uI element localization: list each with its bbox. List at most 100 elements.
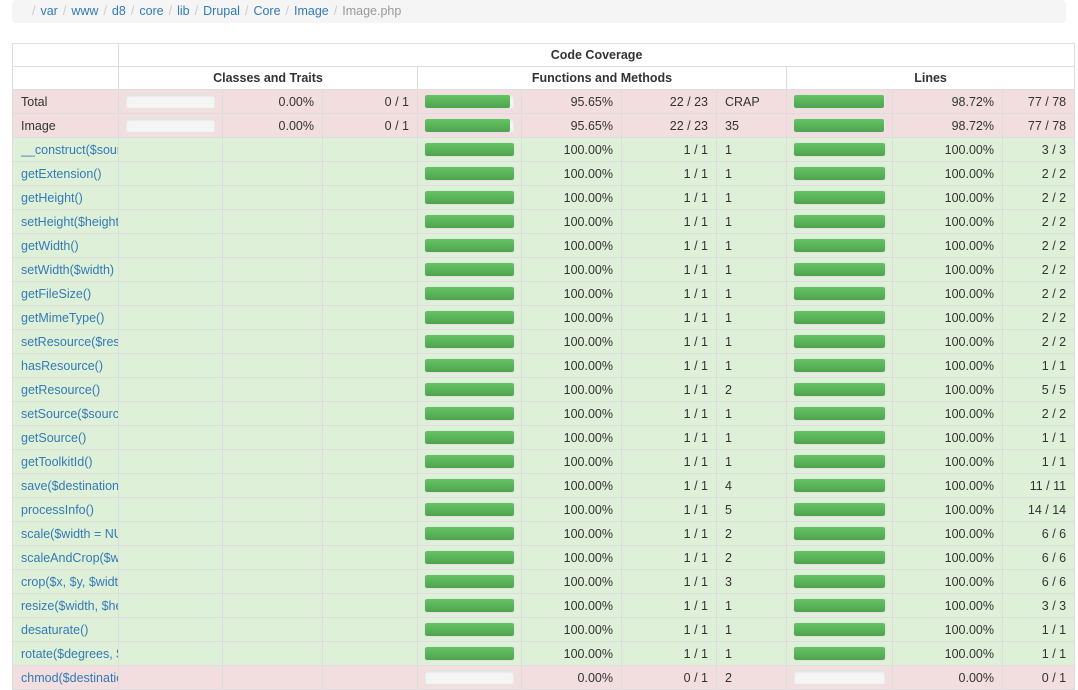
breadcrumb-item-core[interactable]: core [139,4,163,18]
method-name-link[interactable]: processInfo() [21,503,94,517]
method-name-link[interactable]: getExtension() [21,167,102,181]
method-name-link[interactable]: getResource() [21,383,100,397]
breadcrumb-item-www[interactable]: www [71,4,98,18]
functions-fraction: 1 / 1 [621,329,717,354]
breadcrumb-item-drupal[interactable]: Drupal [203,4,240,18]
lines-percent: 100.00% [892,401,1003,426]
functions-fraction: 1 / 1 [621,569,717,594]
crap-value: 1 [716,449,787,474]
method-name-cell[interactable]: scale($width = NULL, $height = NULL, $up… [12,521,119,546]
method-name-cell[interactable]: processInfo() [12,497,119,522]
method-name-link[interactable]: resize($width, $height) [21,599,118,613]
lines-percent: 100.00% [892,497,1003,522]
lines-progress-bar-fill [794,167,885,180]
classes-fraction-empty [322,569,418,594]
method-name-cell[interactable]: setSource($source) [12,401,119,426]
method-name-cell[interactable]: getToolkitId() [12,449,119,474]
crap-value: 2 [716,545,787,570]
method-name-cell[interactable]: desaturate() [12,617,119,642]
row-label-text: Image [21,118,56,133]
method-name-cell[interactable]: getSource() [12,425,119,450]
breadcrumb-separator: / [194,4,199,18]
classes-percent-empty [222,425,323,450]
classes-fraction-empty [322,257,418,282]
crap-value: 1 [716,137,787,162]
crap-value: 1 [716,185,787,210]
method-name-link[interactable]: setHeight($height) [21,215,118,229]
method-name-link[interactable]: getHeight() [21,191,83,205]
method-name-cell[interactable]: setHeight($height) [12,209,119,234]
method-name-link[interactable]: getFileSize() [21,287,91,301]
functions-progress-bar-cell [417,641,522,666]
method-name-cell[interactable]: crop($x, $y, $width, $height) [12,569,119,594]
classes-fraction-empty [322,425,418,450]
method-name-link[interactable]: __construct($source, ImageToolkitInterfa… [21,143,118,157]
method-row: getResource() 100.00% 1 / 1 2 100.00% 5 / 5 [12,377,1076,402]
method-name-cell[interactable]: rotate($degrees, $background = NULL) [12,641,119,666]
functions-progress-bar [424,646,515,661]
lines-progress-bar-fill [794,479,885,492]
functions-progress-bar-cell [417,473,522,498]
method-name-link[interactable]: setResource($resource) [21,335,118,349]
lines-fraction: 1 / 1 [1001,449,1076,474]
method-name-link[interactable]: scaleAndCrop($width, $height) [21,551,118,565]
breadcrumb-separator: / [285,4,290,18]
breadcrumb-item-lib[interactable]: lib [177,4,190,18]
method-name-cell[interactable]: getResource() [12,377,119,402]
method-name-cell[interactable]: getWidth() [12,233,119,258]
method-name-cell[interactable]: getHeight() [12,185,119,210]
method-name-link[interactable]: setSource($source) [21,407,118,421]
functions-progress-bar-fill [425,263,514,276]
functions-progress-bar-fill [425,359,514,372]
method-name-cell[interactable]: getExtension() [12,161,119,186]
method-name-cell[interactable]: getFileSize() [12,281,119,306]
method-name-link[interactable]: getWidth() [21,239,79,253]
method-name-cell[interactable]: resize($width, $height) [12,593,119,618]
functions-progress-bar-fill [425,479,514,492]
method-name-link[interactable]: setWidth($width) [21,263,114,277]
functions-progress-bar-cell [417,257,522,282]
method-name-link[interactable]: getToolkitId() [21,455,93,469]
method-name-link[interactable]: hasResource() [21,359,103,373]
lines-progress-bar [793,550,886,565]
method-name-cell[interactable]: setWidth($width) [12,257,119,282]
functions-progress-bar-cell [417,233,522,258]
breadcrumb-item-var[interactable]: var [40,4,57,18]
lines-progress-bar-cell [786,641,893,666]
crap-value: 1 [716,209,787,234]
functions-percent: 100.00% [521,569,622,594]
method-name-cell[interactable]: scaleAndCrop($width, $height) [12,545,119,570]
functions-progress-bar [424,574,515,589]
method-row: crop($x, $y, $width, $height) 100.00%1 / … [12,569,1076,594]
breadcrumb-item-d8[interactable]: d8 [112,4,126,18]
method-name-cell[interactable]: hasResource() [12,353,119,378]
method-name-cell[interactable]: setResource($resource) [12,329,119,354]
method-name-link[interactable]: crop($x, $y, $width, $height) [21,575,118,589]
method-name-link[interactable]: rotate($degrees, $background = NULL) [21,647,118,661]
method-name-link[interactable]: scale($width = NULL, $height = NULL, $up… [21,527,118,541]
header-group-lines: Lines [785,66,1076,90]
classes-percent-empty [222,161,323,186]
functions-progress-bar-cell [417,545,522,570]
lines-progress-bar [793,406,886,421]
functions-progress-bar-fill [425,623,514,636]
method-name-cell[interactable]: __construct($source, ImageToolkitInterfa… [12,137,119,162]
method-name-cell[interactable]: save($destination = NULL) [12,473,119,498]
lines-progress-bar-cell [786,521,893,546]
crap-value: 3 [716,569,787,594]
method-name-link[interactable]: getSource() [21,431,86,445]
classes-progress-bar-cell [118,89,223,114]
method-name-link[interactable]: save($destination = NULL) [21,479,118,493]
lines-progress-bar-fill [794,599,885,612]
functions-progress-bar-cell [417,113,522,138]
method-name-cell[interactable]: getMimeType() [12,305,119,330]
lines-percent: 100.00% [892,329,1003,354]
functions-progress-bar-fill [425,143,514,156]
functions-fraction: 1 / 1 [621,425,717,450]
method-name-link[interactable]: getMimeType() [21,311,104,325]
breadcrumb-item-image[interactable]: Image [294,4,329,18]
lines-progress-bar-cell [786,305,893,330]
method-name-link[interactable]: desaturate() [21,623,88,637]
lines-progress-bar [793,94,886,109]
breadcrumb-item-core[interactable]: Core [253,4,280,18]
